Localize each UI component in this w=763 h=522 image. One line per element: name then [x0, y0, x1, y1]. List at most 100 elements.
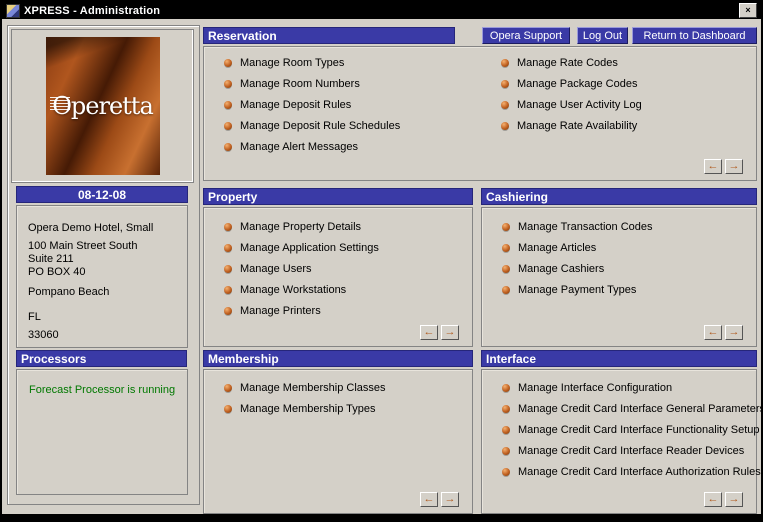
reservation-left-column: Manage Room Types Manage Room Numbers Ma… — [204, 52, 400, 157]
menu-item-manage-payment-types[interactable]: Manage Payment Types — [482, 279, 756, 300]
bullet-icon — [502, 425, 510, 434]
menu-item-manage-cc-authorization-rules[interactable]: Manage Credit Card Interface Authorizati… — [482, 461, 761, 482]
menu-item-manage-cc-reader-devices[interactable]: Manage Credit Card Interface Reader Devi… — [482, 440, 756, 461]
membership-box: Manage Membership Classes Manage Members… — [203, 369, 473, 514]
business-date-bar: 08-12-08 — [16, 186, 188, 203]
bullet-icon — [224, 285, 232, 294]
menu-item-label: Manage Credit Card Interface General Par… — [518, 402, 763, 415]
reservation-right-column: Manage Rate Codes Manage Package Codes M… — [481, 52, 642, 136]
page-right-button[interactable]: → — [441, 492, 459, 507]
menu-item-manage-alert-messages[interactable]: Manage Alert Messages — [204, 136, 400, 157]
logo-panel: Operetta — [11, 29, 194, 183]
bullet-icon — [224, 79, 232, 88]
menu-item-manage-room-numbers[interactable]: Manage Room Numbers — [204, 73, 400, 94]
address-line: Suite 211 — [28, 253, 74, 265]
address-city: Pompano Beach — [28, 286, 110, 298]
menu-item-manage-articles[interactable]: Manage Articles — [482, 237, 756, 258]
bullet-icon — [501, 58, 509, 67]
menu-item-manage-deposit-rules[interactable]: Manage Deposit Rules — [204, 94, 400, 115]
menu-item-manage-membership-classes[interactable]: Manage Membership Classes — [204, 377, 472, 398]
bullet-icon — [224, 264, 232, 273]
interface-header: Interface — [481, 350, 757, 367]
menu-item-label: Manage Cashiers — [518, 262, 605, 275]
processors-header: Processors — [16, 350, 187, 367]
title-bar: XPRESS - Administration × — [2, 2, 761, 19]
menu-item-manage-package-codes[interactable]: Manage Package Codes — [481, 73, 642, 94]
bullet-icon — [224, 142, 232, 151]
bullet-icon — [224, 121, 232, 130]
menu-item-manage-cc-general-parameters[interactable]: Manage Credit Card Interface General Par… — [482, 398, 761, 419]
menu-item-label: Manage Users — [240, 262, 312, 275]
menu-item-manage-users[interactable]: Manage Users — [204, 258, 472, 279]
property-box: Manage Property Details Manage Applicati… — [203, 207, 473, 347]
menu-item-label: Manage Deposit Rule Schedules — [240, 119, 401, 132]
menu-item-manage-deposit-rule-schedules[interactable]: Manage Deposit Rule Schedules — [204, 115, 400, 136]
menu-item-label: Manage Credit Card Interface Authorizati… — [518, 465, 761, 478]
hotel-address-box: Opera Demo Hotel, Small 100 Main Street … — [16, 205, 188, 348]
page-right-button[interactable]: → — [725, 492, 743, 507]
page-left-button[interactable]: ← — [704, 492, 722, 507]
bullet-icon — [502, 243, 510, 252]
membership-pager: ← → — [420, 492, 459, 507]
menu-item-manage-application-settings[interactable]: Manage Application Settings — [204, 237, 472, 258]
menu-item-manage-membership-types[interactable]: Manage Membership Types — [204, 398, 472, 419]
menu-item-label: Manage Room Numbers — [240, 77, 360, 90]
page-left-button[interactable]: ← — [420, 325, 438, 340]
bullet-icon — [502, 264, 510, 273]
page-left-button[interactable]: ← — [704, 325, 722, 340]
bullet-icon — [224, 383, 232, 392]
page-left-button[interactable]: ← — [704, 159, 722, 174]
menu-item-manage-rate-availability[interactable]: Manage Rate Availability — [481, 115, 642, 136]
page-right-button[interactable]: → — [725, 325, 743, 340]
bullet-icon — [502, 383, 510, 392]
bullet-icon — [501, 121, 509, 130]
property-pager: ← → — [420, 325, 459, 340]
menu-item-manage-transaction-codes[interactable]: Manage Transaction Codes — [482, 216, 756, 237]
log-out-button[interactable]: Log Out — [577, 27, 628, 44]
interface-box: Manage Interface Configuration Manage Cr… — [481, 369, 761, 514]
window-title: XPRESS - Administration — [24, 4, 161, 17]
menu-item-manage-property-details[interactable]: Manage Property Details — [204, 216, 472, 237]
menu-item-label: Manage Interface Configuration — [518, 381, 673, 394]
property-header: Property — [203, 188, 473, 205]
close-button[interactable]: × — [739, 3, 757, 18]
menu-item-label: Manage Membership Types — [240, 402, 376, 415]
menu-item-label: Manage Package Codes — [517, 77, 638, 90]
cashiering-pager: ← → — [704, 325, 743, 340]
menu-item-label: Manage Transaction Codes — [518, 220, 653, 233]
bullet-icon — [502, 446, 510, 455]
address-state: FL — [28, 311, 41, 323]
page-right-button[interactable]: → — [441, 325, 459, 340]
address-zip: 33060 — [28, 329, 59, 341]
menu-item-label: Manage Rate Codes — [517, 56, 618, 69]
address-line: PO BOX 40 — [28, 266, 86, 278]
bullet-icon — [224, 100, 232, 109]
menu-item-label: Manage Workstations — [240, 283, 347, 296]
menu-item-manage-rate-codes[interactable]: Manage Rate Codes — [481, 52, 642, 73]
bullet-icon — [502, 404, 510, 413]
menu-item-manage-interface-configuration[interactable]: Manage Interface Configuration — [482, 377, 756, 398]
menu-item-label: Manage Alert Messages — [240, 140, 359, 153]
menu-item-manage-printers[interactable]: Manage Printers — [204, 300, 472, 321]
menu-item-label: Manage Credit Card Interface Reader Devi… — [518, 444, 745, 457]
menu-item-label: Manage Rate Availability — [517, 119, 638, 132]
bullet-icon — [224, 243, 232, 252]
menu-item-manage-room-types[interactable]: Manage Room Types — [204, 52, 400, 73]
app-window: XPRESS - Administration × Operetta 08-12… — [0, 0, 763, 522]
menu-item-manage-cc-functionality-setup[interactable]: Manage Credit Card Interface Functionali… — [482, 419, 760, 440]
cashiering-box: Manage Transaction Codes Manage Articles… — [481, 207, 757, 347]
page-right-button[interactable]: → — [725, 159, 743, 174]
menu-item-label: Manage Property Details — [240, 220, 362, 233]
bullet-icon — [501, 100, 509, 109]
menu-item-manage-workstations[interactable]: Manage Workstations — [204, 279, 472, 300]
menu-item-label: Manage User Activity Log — [517, 98, 642, 111]
menu-item-manage-cashiers[interactable]: Manage Cashiers — [482, 258, 756, 279]
bullet-icon — [224, 58, 232, 67]
opera-support-button[interactable]: Opera Support — [482, 27, 570, 44]
page-left-button[interactable]: ← — [420, 492, 438, 507]
return-to-dashboard-button[interactable]: Return to Dashboard — [632, 27, 757, 44]
membership-header: Membership — [203, 350, 473, 367]
bullet-icon — [224, 222, 232, 231]
menu-item-manage-user-activity-log[interactable]: Manage User Activity Log — [481, 94, 642, 115]
menu-item-label: Manage Printers — [240, 304, 321, 317]
